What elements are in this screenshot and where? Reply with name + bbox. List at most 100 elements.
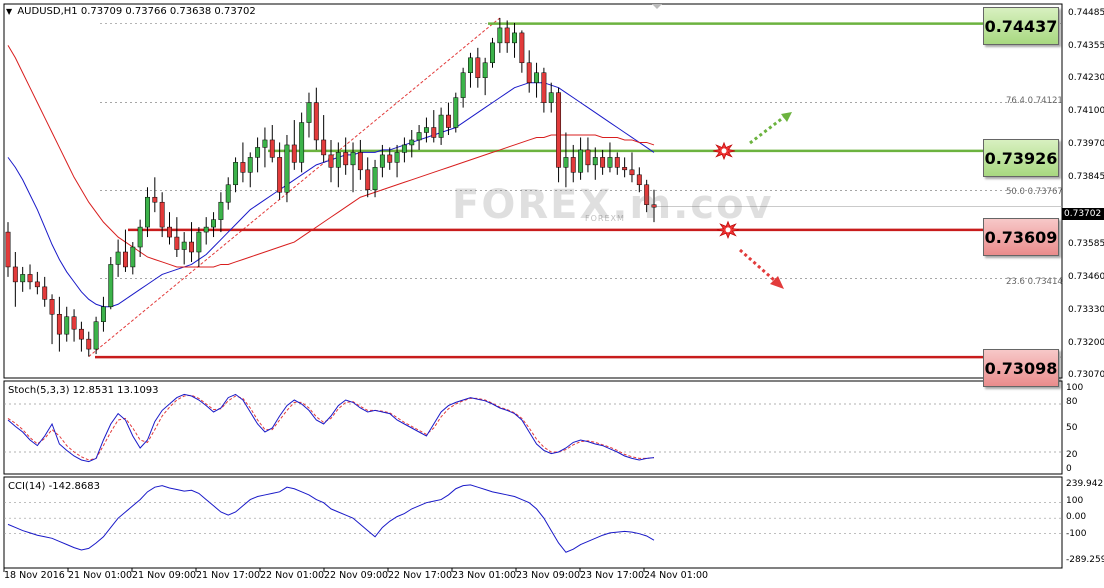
candle-body [71, 316, 77, 330]
price-tick: 0.73200 [1068, 338, 1104, 348]
candle-body [475, 57, 481, 78]
candle-body [218, 201, 224, 220]
candle-body [600, 157, 606, 168]
price-chart [3, 3, 1063, 572]
price-tick: 0.74230 [1068, 73, 1104, 83]
candle-body [556, 92, 562, 168]
candle-body [629, 169, 635, 176]
cci-label: CCI(14) -142.8683 [8, 481, 100, 492]
candle-body [335, 152, 341, 168]
symbol-header: ▼ AUDUSD,H1 0.73709 0.73766 0.73638 0.73… [6, 6, 256, 17]
candle-body [86, 338, 92, 350]
candle-body [350, 152, 356, 166]
resistance-level-box-r1: 0.73926 [983, 139, 1059, 177]
up-arrow-icon [749, 115, 785, 145]
candle-body [387, 154, 393, 163]
price-tick: 0.73070 [1068, 370, 1104, 380]
time-tick: 23 Nov 17:00 [580, 570, 645, 581]
price-tick: 0.73585 [1068, 239, 1104, 249]
candle-body [401, 144, 407, 153]
support-level-box-s1: 0.73609 [983, 218, 1059, 256]
candle-body [203, 226, 209, 233]
candle-body [328, 154, 334, 168]
candle-body [196, 231, 202, 253]
breakout-burst-icon-core [721, 148, 727, 154]
cci-tick: -100 [1066, 529, 1087, 539]
candle-body [409, 139, 415, 146]
candle-body [504, 27, 510, 44]
cci-panel-frame [3, 476, 1063, 569]
candle-body [262, 139, 268, 148]
stoch-tick: 50 [1066, 423, 1078, 433]
candle-body [291, 144, 297, 163]
candle-body [541, 72, 547, 103]
candle-body [468, 57, 473, 73]
price-tick: 0.73460 [1068, 272, 1104, 282]
candle-body [78, 328, 84, 340]
candle-body [497, 27, 503, 44]
candle-body [12, 266, 18, 283]
candle-body [152, 196, 158, 203]
cci-tick: -289.259 [1066, 555, 1104, 565]
scroll-marker-icon [652, 4, 662, 9]
support-level-box-s2: 0.73098 [983, 349, 1059, 387]
fib-trend-line [88, 17, 501, 357]
down-arrow-icon [739, 248, 775, 282]
ohlc-values: 0.73709 0.73766 0.73638 0.73702 [80, 6, 256, 17]
candle-body [379, 154, 385, 168]
candle-body [343, 152, 349, 166]
candle-body [585, 149, 591, 166]
candle-body [526, 62, 532, 83]
candle-body [365, 169, 371, 191]
candle-body [108, 264, 114, 308]
time-tick: 22 Nov 01:00 [260, 570, 325, 581]
candle-body [27, 274, 33, 283]
candle-body [159, 201, 165, 228]
time-tick: 21 Nov 01:00 [68, 570, 133, 581]
breakdown-burst-icon-core [725, 227, 731, 233]
candle-body [255, 147, 261, 158]
price-tick: 0.74100 [1068, 106, 1104, 116]
candle-body [233, 162, 239, 186]
stoch-main-line [7, 393, 655, 463]
candle-body [614, 157, 620, 168]
dropdown-triangle-icon[interactable]: ▼ [6, 7, 12, 16]
candle-body [438, 114, 444, 138]
candle-body [167, 226, 172, 238]
candle-body [137, 226, 143, 248]
candle-body [49, 299, 55, 315]
time-tick: 22 Nov 17:00 [388, 570, 453, 581]
price-tick: 0.74355 [1068, 41, 1104, 51]
stoch-signal-line [7, 394, 655, 461]
candle-body [34, 281, 40, 288]
candle-body [512, 32, 517, 44]
candle-body [130, 246, 136, 268]
up-arrowhead-icon [781, 112, 792, 122]
candle-body [20, 274, 26, 283]
price-tick: 0.73845 [1068, 172, 1104, 182]
candle-body [174, 236, 180, 250]
candle-body [548, 92, 554, 103]
time-tick: 21 Nov 17:00 [196, 570, 261, 581]
time-tick: 24 Nov 01:00 [644, 570, 709, 581]
candle-body [578, 149, 584, 173]
candle-body [453, 97, 459, 128]
price-tick: 0.73330 [1068, 305, 1104, 315]
candle-body [519, 32, 525, 64]
fib-label-76: 76.4 0.74121 [1006, 96, 1063, 106]
candle-body [100, 306, 106, 322]
fib-label-23: 23.6 0.73414 [1006, 277, 1063, 287]
candle-body [56, 313, 62, 335]
watermark-sub: FOREXM [585, 214, 625, 223]
candle-body [607, 157, 613, 168]
candle-body [416, 132, 422, 141]
candle-body [357, 152, 363, 171]
resistance-level-box-r2: 0.74437 [983, 7, 1059, 45]
candle-body [284, 144, 290, 193]
candle-body [299, 122, 305, 163]
candle-body [247, 157, 253, 173]
candle-body [225, 184, 231, 203]
stoch-tick: 80 [1066, 397, 1078, 407]
candle-body [431, 127, 437, 138]
candle-body [5, 231, 11, 268]
